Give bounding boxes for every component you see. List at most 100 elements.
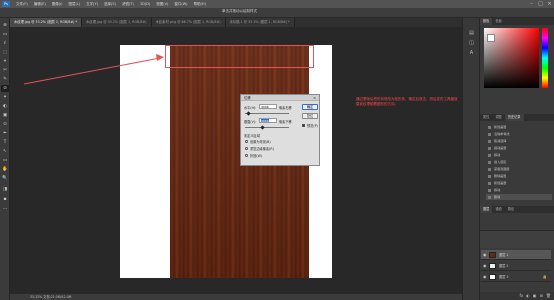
trash-icon[interactable]: 🗑 (546, 292, 551, 300)
clone-stamp-tool-icon[interactable]: ✦ (1, 94, 9, 101)
fx-icon[interactable]: fx (520, 292, 524, 300)
history-brush-tool-icon[interactable]: ◐ (1, 103, 9, 110)
menu-image[interactable]: 图像(I) (49, 2, 66, 7)
hue-slider[interactable] (542, 28, 548, 88)
close-icon[interactable]: × (313, 95, 316, 101)
vertical-slider-knob[interactable] (260, 125, 265, 130)
history-item-current[interactable]: 删除 (486, 194, 552, 200)
properties-panel-icon[interactable]: ◫ (467, 40, 476, 47)
history-item[interactable]: 载入选区 (486, 159, 552, 165)
history-item[interactable]: 拖动画层 (486, 145, 552, 151)
quick-select-tool-icon[interactable]: ⬚ (1, 49, 9, 56)
layer-thumbnail (489, 252, 496, 258)
annotation-text: 通过蒙版后把形状修改为矩形状，确定后双击，然后变形工具缩放直到纹理顺着图形的方向… (356, 97, 458, 106)
edit-toolbar-icon[interactable]: ⋯ (1, 206, 9, 213)
healing-brush-tool-icon[interactable]: ✎ (1, 76, 9, 83)
history-item[interactable]: 取消选择 (486, 138, 552, 144)
tab-color[interactable]: 颜色 (480, 18, 493, 25)
zoom-tool-icon[interactable]: 🔍 (1, 175, 9, 182)
options-bar: 单击并拖动以绘制样式 (0, 8, 554, 18)
history-item[interactable]: 蒙版到图层 (486, 166, 552, 172)
horizontal-input[interactable]: 4096 (259, 104, 277, 109)
hand-tool-icon[interactable]: ✋ (1, 166, 9, 173)
shape-tool-icon[interactable]: ▭ (1, 157, 9, 164)
ok-button[interactable]: 确定 (302, 104, 318, 110)
tab-adjustments[interactable]: 调整 (492, 114, 504, 121)
horizontal-label: 水平(H): (244, 106, 257, 110)
menu-select[interactable]: 选择(S) (101, 2, 119, 7)
gradient-tool-icon[interactable]: ⊙ (1, 121, 9, 128)
highlight-box (165, 45, 314, 68)
new-layer-icon[interactable]: ⊞ (540, 292, 543, 300)
move-tool-icon[interactable]: ⊕ (1, 22, 9, 29)
wrap-around-radio[interactable] (245, 154, 248, 157)
vertical-slider[interactable] (245, 127, 289, 128)
tab-paths[interactable]: 路径 (505, 206, 517, 213)
quick-mask-icon[interactable]: ▪ (1, 196, 9, 203)
tab-doc-3[interactable]: 木纹素材.png @ 66.7% (图层 1, RGB/8#) (151, 18, 226, 27)
visibility-eye-icon[interactable]: ◉ (483, 250, 487, 260)
layer-name: 图层 3 (499, 275, 509, 279)
horizontal-slider-knob[interactable] (246, 111, 251, 116)
horizontal-slider[interactable] (245, 113, 289, 114)
brush-tool-icon[interactable]: ⊘ (1, 85, 9, 92)
type-tool-icon[interactable]: T (1, 139, 9, 146)
dialog-titlebar: 位移 × (241, 95, 319, 101)
visibility-eye-icon[interactable]: ◉ (483, 272, 487, 282)
lasso-tool-icon[interactable]: ℓ (1, 40, 9, 47)
reset-button[interactable]: 复位 (302, 113, 318, 119)
maximize-button[interactable]: □ (536, 1, 545, 7)
history-item[interactable]: 新建画层 (486, 180, 552, 186)
repeat-edges-radio[interactable] (245, 147, 248, 150)
menu-layer[interactable]: 图层(L) (65, 2, 83, 7)
tab-doc-2[interactable]: 木纹理.jpg @ 33.2% (图层 1, RGB/8#) (82, 18, 152, 27)
history-item[interactable]: 移动 (486, 187, 552, 193)
background-radio[interactable] (245, 140, 248, 143)
ps-logo: Ps (2, 1, 10, 7)
character-panel-icon[interactable]: A (467, 50, 476, 57)
tab-history[interactable]: 历史记录 (504, 114, 524, 121)
lock-icon: 🔒 (542, 275, 547, 279)
history-item[interactable]: 删除画层 (486, 173, 552, 179)
tab-swatches[interactable]: 色板 (492, 18, 504, 25)
tab-channels[interactable]: 通道 (492, 206, 504, 213)
vertical-input[interactable]: 3969 (259, 118, 277, 123)
close-window-button[interactable]: × (545, 1, 554, 7)
crop-tool-icon[interactable]: ⌖ (1, 58, 9, 65)
group-icon[interactable]: ▣ (533, 292, 537, 300)
tab-doc-1[interactable]: 木纹理.jpg @ 33.2% (图层 1, RGB/8#) * (10, 18, 83, 27)
horizontal-value: 4096 (261, 105, 269, 109)
menu-file[interactable]: 文件(F) (13, 2, 31, 7)
eyedropper-tool-icon[interactable]: ✄ (1, 67, 9, 74)
menu-edit[interactable]: 编辑(E) (31, 2, 49, 7)
color-swatches-icon[interactable]: ◨ (1, 186, 9, 193)
tab-doc-4[interactable]: 未标题-1 @ 33.3% (图层 1, RGB/8#) * (225, 18, 295, 27)
preview-checkbox[interactable] (302, 124, 305, 127)
menu-3d[interactable]: 3D(D) (137, 2, 153, 6)
menu-help[interactable]: 帮助(H) (191, 2, 209, 7)
foreground-swatch[interactable] (487, 34, 495, 42)
layer-thumbnail (489, 274, 496, 280)
marquee-tool-icon[interactable]: ▭ (1, 31, 9, 38)
tab-properties[interactable]: 属性 (480, 114, 492, 121)
menu-type[interactable]: 文字(Y) (83, 2, 101, 7)
history-item[interactable]: 新建画层 (486, 124, 552, 130)
menu-window[interactable]: 窗口(W) (171, 2, 190, 7)
minimize-button[interactable]: – (527, 1, 536, 7)
panel-icon-strip: ▤ ◫ A (462, 18, 480, 300)
eraser-tool-icon[interactable]: ▣ (1, 112, 9, 119)
menu-view[interactable]: 视图(V) (153, 2, 171, 7)
layer-row[interactable]: ◉ 图层 2 (481, 261, 551, 271)
history-panel-icon[interactable]: ▤ (467, 30, 476, 37)
path-select-tool-icon[interactable]: ↖ (1, 148, 9, 155)
adjustment-layer-icon[interactable]: ◐ (526, 292, 530, 300)
layer-row[interactable]: ◉ 图层 3 🔒 (481, 272, 551, 282)
document-tabs: 木纹理.jpg @ 33.2% (图层 1, RGB/8#) * 木纹理.jpg… (10, 18, 462, 27)
tab-layers[interactable]: 图层 (480, 206, 493, 213)
visibility-eye-icon[interactable]: ◉ (483, 261, 487, 271)
layer-row[interactable]: ◉ 图层 1 (481, 250, 551, 260)
history-item[interactable]: 移动 (486, 152, 552, 158)
menu-filter[interactable]: 滤镜(T) (119, 2, 137, 7)
history-item[interactable]: 清除参考线 (486, 131, 552, 137)
pen-tool-icon[interactable]: ✒ (1, 130, 9, 137)
